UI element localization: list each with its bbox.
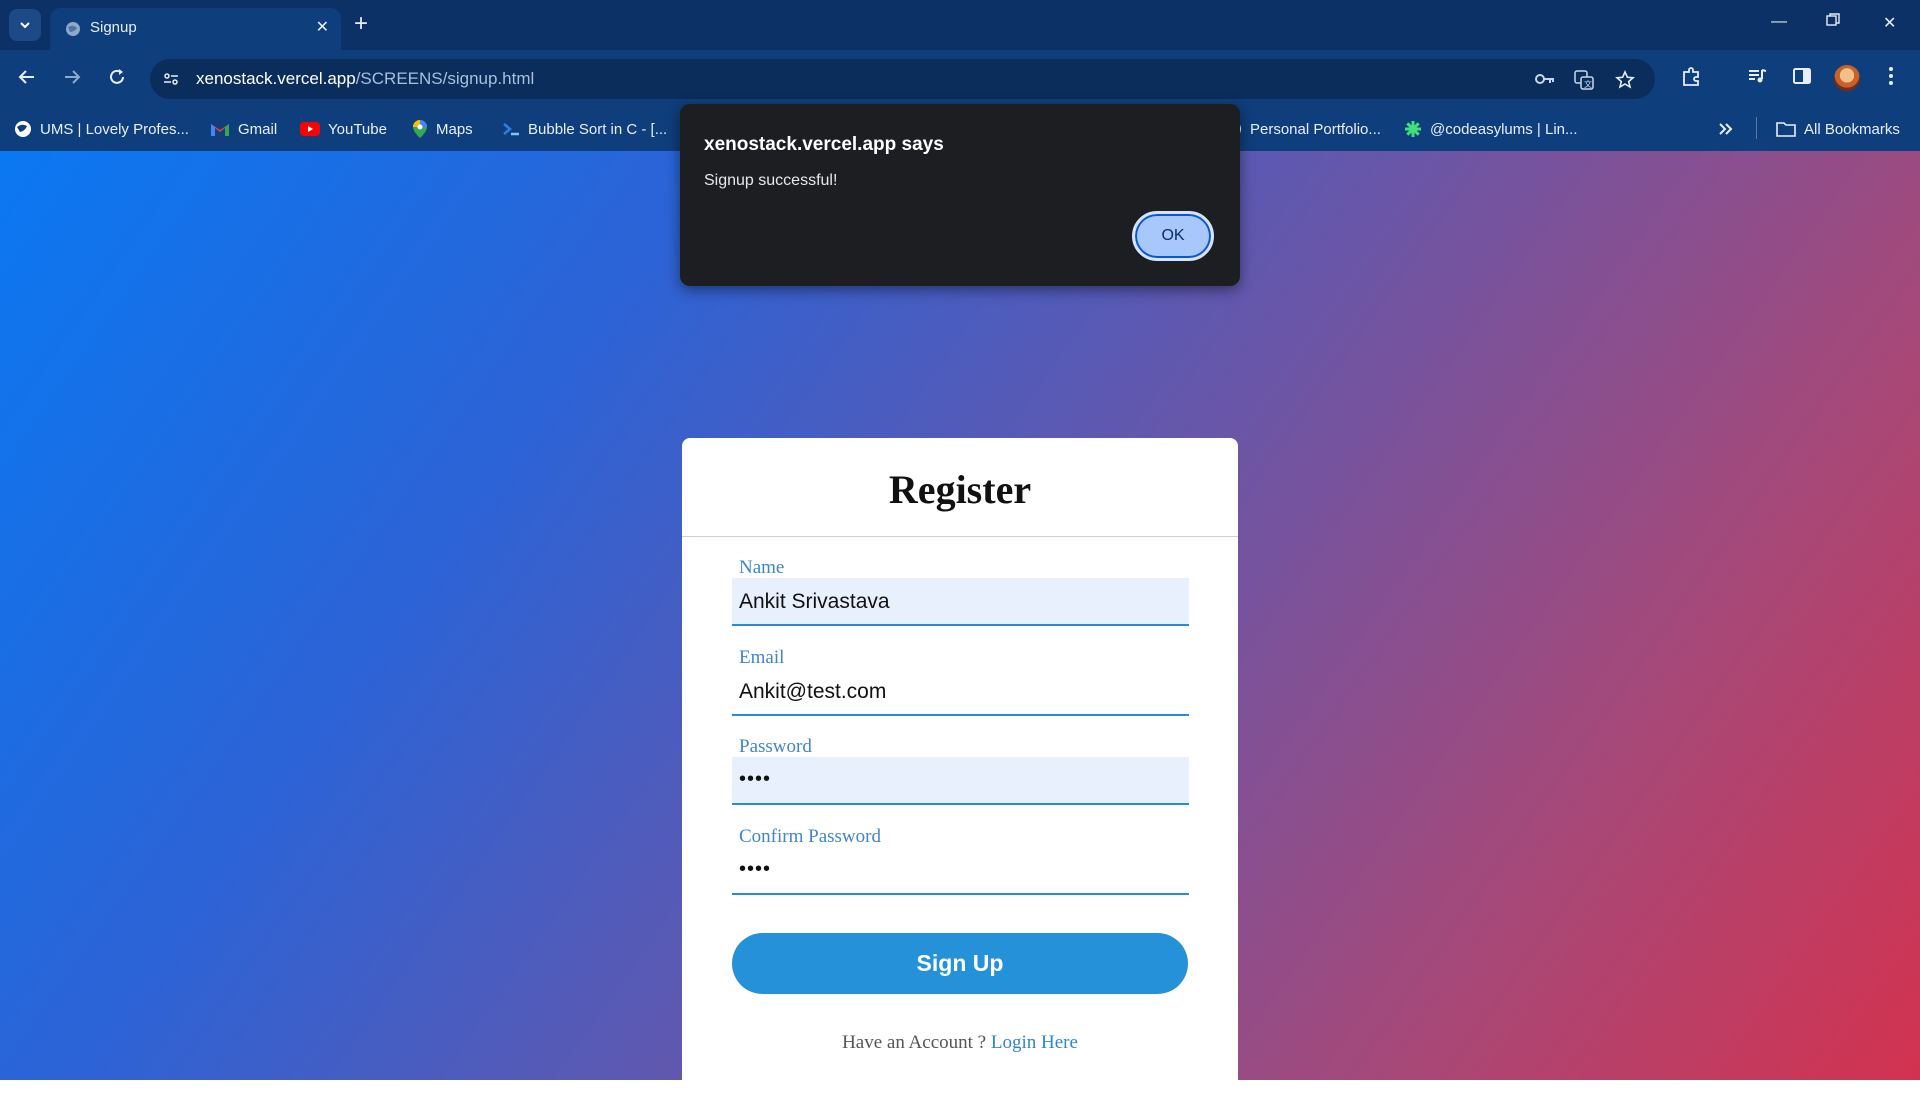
tab-title: Signup <box>90 19 137 36</box>
login-link[interactable]: Login Here <box>991 1032 1078 1053</box>
code-icon <box>502 121 520 137</box>
bookmark-bubble-sort[interactable]: Bubble Sort in C - [... <box>502 117 667 141</box>
email-value: Ankit@test.com <box>739 680 887 703</box>
email-field-group: Email Ankit@test.com <box>732 647 1189 717</box>
back-arrow-icon[interactable] <box>17 67 37 92</box>
reload-icon[interactable] <box>107 67 127 92</box>
confirm-password-field-group: Confirm Password •••• <box>732 826 1189 896</box>
all-bookmarks-label: All Bookmarks <box>1804 120 1900 138</box>
site-info-icon[interactable] <box>162 70 180 93</box>
tab-close-icon[interactable]: ✕ <box>316 20 329 36</box>
confirm-password-value: •••• <box>739 858 772 880</box>
browser-toolbar: xenostack.vercel.app/SCREENS/signup.html… <box>0 50 1920 108</box>
all-bookmarks-button[interactable]: All Bookmarks <box>1776 117 1900 141</box>
sign-up-button[interactable]: Sign Up <box>732 933 1188 994</box>
forward-arrow-icon[interactable] <box>62 67 82 92</box>
password-label: Password <box>739 736 812 757</box>
tab-strip: Signup ✕ + — ✕ <box>0 0 1920 50</box>
minimize-icon[interactable]: — <box>1771 13 1787 31</box>
bookmark-label: YouTube <box>328 120 387 138</box>
bookmark-portfolio[interactable]: Personal Portfolio... <box>1232 117 1381 141</box>
gmail-icon <box>210 121 230 137</box>
youtube-icon <box>300 122 320 136</box>
dialog-message: Signup successful! <box>704 172 838 189</box>
svg-text:文: 文 <box>1584 79 1592 89</box>
password-value: •••• <box>739 768 772 790</box>
bookmark-maps[interactable]: Maps <box>412 117 473 141</box>
address-bar[interactable]: xenostack.vercel.app/SCREENS/signup.html… <box>150 59 1655 99</box>
bookmarks-overflow-icon[interactable] <box>1718 117 1734 141</box>
side-panel-icon[interactable] <box>1792 66 1812 91</box>
heading-divider <box>682 536 1238 537</box>
bookmarks-divider <box>1756 117 1757 139</box>
name-input[interactable]: Ankit Srivastava <box>732 578 1189 626</box>
bookmark-youtube[interactable]: YouTube <box>300 117 387 141</box>
login-prompt: Have an Account ? Login Here <box>682 1032 1238 1054</box>
confirm-password-input[interactable]: •••• <box>732 847 1189 895</box>
password-field-group: Password •••• <box>732 736 1189 806</box>
name-field-group: Name Ankit Srivastava <box>732 557 1189 627</box>
new-tab-icon[interactable]: + <box>354 12 368 36</box>
bookmark-ums[interactable]: UMS | Lovely Profes... <box>14 117 189 141</box>
globe-icon <box>64 20 82 43</box>
media-control-icon[interactable] <box>1747 66 1767 91</box>
close-window-icon[interactable]: ✕ <box>1883 13 1896 33</box>
maps-icon <box>412 119 428 139</box>
name-label: Name <box>739 557 785 578</box>
key-icon[interactable] <box>1534 70 1556 93</box>
tab-search-button[interactable] <box>9 9 41 41</box>
bookmark-label: @codeasylums | Lin... <box>1430 120 1578 138</box>
name-value: Ankit Srivastava <box>739 590 890 613</box>
url-path: /SCREENS/signup.html <box>355 69 535 88</box>
dialog-title: xenostack.vercel.app says <box>704 134 944 155</box>
bookmark-label: Bubble Sort in C - [... <box>528 120 668 138</box>
confirm-password-label: Confirm Password <box>739 826 881 847</box>
email-input[interactable]: Ankit@test.com <box>732 668 1189 716</box>
profile-avatar[interactable] <box>1834 65 1860 91</box>
bookmark-label: Maps <box>436 120 473 138</box>
password-input[interactable]: •••• <box>732 757 1189 805</box>
register-heading: Register <box>888 467 1032 512</box>
bookmark-codeasylums[interactable]: @codeasylums | Lin... <box>1404 117 1578 141</box>
page-background: Register Name Ankit Srivastava Email Ank… <box>0 151 1920 1093</box>
login-prompt-text: Have an Account ? <box>842 1032 987 1053</box>
url-text: xenostack.vercel.app/SCREENS/signup.html <box>196 69 534 89</box>
bookmark-label: Gmail <box>238 120 278 138</box>
asterisk-icon <box>1404 120 1422 138</box>
url-host: xenostack.vercel.app <box>196 69 356 88</box>
register-card: Register Name Ankit Srivastava Email Ank… <box>682 438 1238 1093</box>
globe-icon <box>14 120 32 138</box>
translate-icon[interactable]: 文 <box>1574 70 1594 95</box>
folder-icon <box>1776 121 1796 137</box>
bookmark-label: UMS | Lovely Profes... <box>40 120 189 138</box>
ok-button[interactable]: OK <box>1132 211 1214 261</box>
alert-dialog: xenostack.vercel.app says Signup success… <box>680 104 1240 286</box>
menu-dots-icon[interactable] <box>1888 66 1894 91</box>
bookmark-label: Personal Portfolio... <box>1250 120 1381 138</box>
bookmark-gmail[interactable]: Gmail <box>210 117 277 141</box>
chevron-down-icon <box>20 22 30 29</box>
bookmark-star-icon[interactable] <box>1615 70 1635 95</box>
extensions-icon[interactable] <box>1680 66 1702 93</box>
email-label: Email <box>739 647 785 668</box>
tab-signup[interactable]: Signup ✕ <box>50 8 341 50</box>
restore-icon[interactable] <box>1826 13 1840 32</box>
